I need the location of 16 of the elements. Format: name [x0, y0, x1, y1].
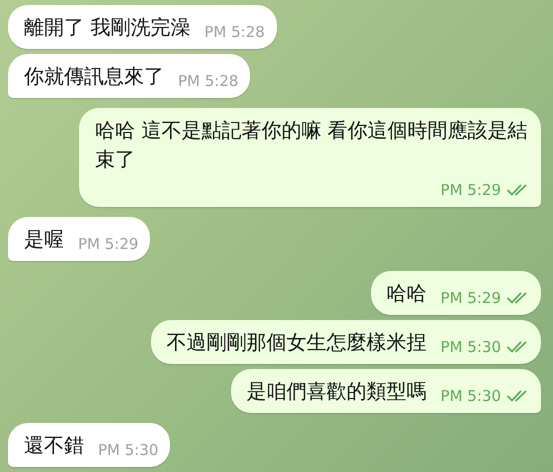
message-time: PM 5:28 — [178, 71, 238, 91]
message-text: 是喔 — [24, 226, 64, 253]
message-text: 是咱們喜歡的類型嗎 — [246, 378, 427, 405]
message-text: 哈哈 — [386, 280, 427, 307]
message-text: 離開了 我剛洗完澡 — [24, 14, 190, 41]
message-time: PM 5:30 — [440, 386, 501, 406]
message-time: PM 5:28 — [204, 22, 265, 42]
message-time: PM 5:29 — [78, 234, 138, 254]
message-time: PM 5:29 — [440, 180, 501, 200]
message-time: PM 5:30 — [98, 440, 158, 460]
message-time: PM 5:30 — [440, 337, 501, 357]
message-text: 還不錯 — [24, 432, 84, 459]
message-text: 哈哈 這不是點記著你的嘛 看你這個時間應該是結束了 — [95, 117, 529, 173]
message-time: PM 5:29 — [440, 288, 501, 308]
message-text: 不過剛剛那個女生怎麼樣米捏 — [166, 329, 427, 356]
message-text: 你就傳訊息來了 — [24, 63, 164, 90]
